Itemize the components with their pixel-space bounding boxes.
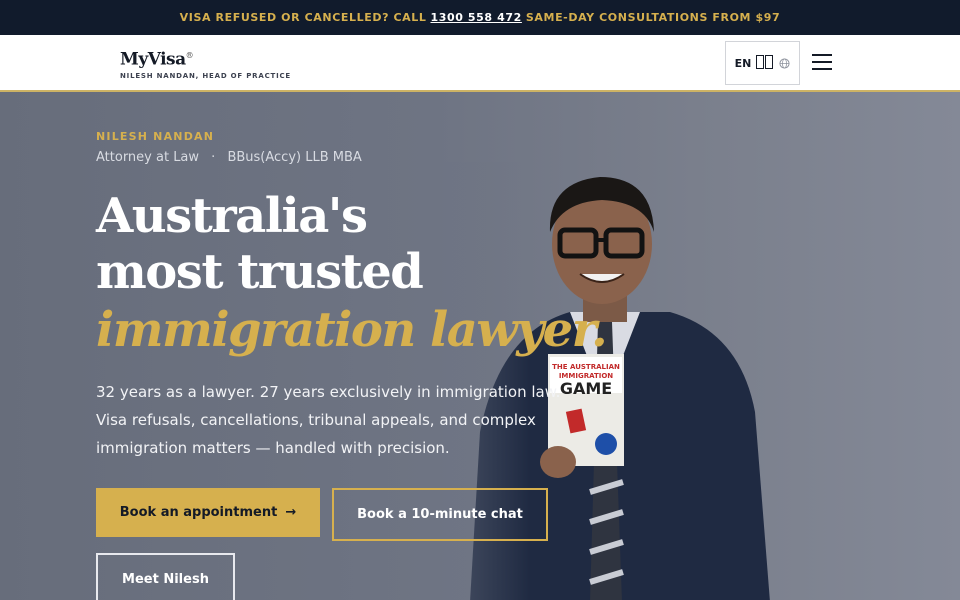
hero-headline: Australia's most trusted immigration law…: [96, 188, 608, 360]
headline-line-1: Australia's: [96, 188, 368, 244]
brand-logo[interactable]: MyVisa® NILESH NANDAN, HEAD OF PRACTICE: [120, 47, 291, 80]
book-chat-label: Book a 10-minute chat: [357, 507, 523, 522]
brand-name: MyVisa®: [120, 49, 194, 70]
globe-icon: [779, 57, 790, 69]
announcement-prefix: VISA REFUSED OR CANCELLED? CALL: [179, 11, 427, 24]
language-code: EN: [734, 56, 752, 70]
headline-accent: immigration lawyer.: [96, 302, 608, 358]
announcement-suffix: SAME-DAY CONSULTATIONS FROM $97: [525, 11, 781, 24]
hero-credentials: Attorney at Law · BBus(Accy) LLB MBA: [96, 150, 362, 165]
phone-link[interactable]: 1300 558 472: [430, 11, 521, 24]
hero-lede: 32 years as a lawyer. 27 years exclusive…: [96, 383, 561, 457]
flag-icon: [756, 54, 774, 72]
arrow-right-icon: →: [285, 505, 297, 520]
book-chat-button[interactable]: Book a 10-minute chat: [332, 488, 548, 541]
credentials-separator: ·: [211, 150, 216, 165]
announcement-bar: VISA REFUSED OR CANCELLED? CALL 1300 558…: [0, 0, 960, 35]
brand-mark: ®: [185, 51, 194, 60]
brand-subtitle: NILESH NANDAN, HEAD OF PRACTICE: [120, 71, 292, 80]
menu-icon[interactable]: [812, 54, 832, 72]
role-text: Attorney at Law: [96, 150, 200, 165]
meet-nilesh-button[interactable]: Meet Nilesh: [96, 553, 235, 600]
meet-nilesh-label: Meet Nilesh: [122, 572, 209, 587]
book-appointment-button[interactable]: Book an appointment →: [96, 488, 320, 537]
degrees-text: BBus(Accy) LLB MBA: [227, 150, 362, 165]
site-header: MyVisa® NILESH NANDAN, HEAD OF PRACTICE …: [0, 35, 960, 92]
language-switcher[interactable]: EN: [725, 41, 800, 85]
hero-eyebrow: NILESH NANDAN: [96, 130, 215, 143]
hero-section: THE AUSTRALIAN IMMIGRATION GAME NILESH N…: [0, 92, 960, 600]
book-appointment-label: Book an appointment: [119, 505, 278, 520]
headline-line-2: most trusted: [96, 244, 424, 300]
